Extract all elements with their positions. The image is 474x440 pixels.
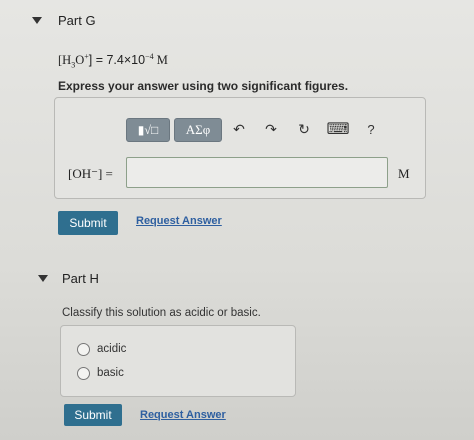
question-text: Classify this solution as acidic or basi… <box>62 307 261 319</box>
oh-input-label: [OH⁻] = <box>68 166 113 181</box>
radio-acidic[interactable] <box>77 343 90 356</box>
reset-icon[interactable]: ↻ <box>295 119 313 139</box>
unit-label: M <box>398 166 410 181</box>
given-concentration: [H3O+] = 7.4×10−4 M <box>58 52 168 70</box>
collapse-triangle-icon[interactable] <box>38 275 48 282</box>
symbols-button[interactable]: ΑΣφ <box>174 118 222 142</box>
request-answer-link-h[interactable]: Request Answer <box>140 409 226 421</box>
part-g-title: Part G <box>58 13 96 28</box>
submit-button-g[interactable]: Submit <box>58 211 118 235</box>
option-label-basic: basic <box>97 367 124 379</box>
undo-icon[interactable]: ↶ <box>230 119 248 139</box>
request-answer-link-g[interactable]: Request Answer <box>136 215 222 227</box>
submit-button-h[interactable]: Submit <box>64 404 122 426</box>
options-box <box>60 325 296 397</box>
oh-answer-input[interactable] <box>126 157 388 188</box>
instruction-text: Express your answer using two significan… <box>58 79 349 93</box>
redo-icon[interactable]: ↷ <box>262 119 280 139</box>
keyboard-icon[interactable]: ⌨ <box>326 119 349 139</box>
radio-basic[interactable] <box>77 367 90 380</box>
templates-button[interactable]: ▮√□ <box>126 118 170 142</box>
collapse-triangle-icon[interactable] <box>32 17 42 24</box>
part-h-title: Part H <box>62 271 99 286</box>
help-icon[interactable]: ? <box>364 119 378 139</box>
option-label-acidic: acidic <box>97 343 127 355</box>
